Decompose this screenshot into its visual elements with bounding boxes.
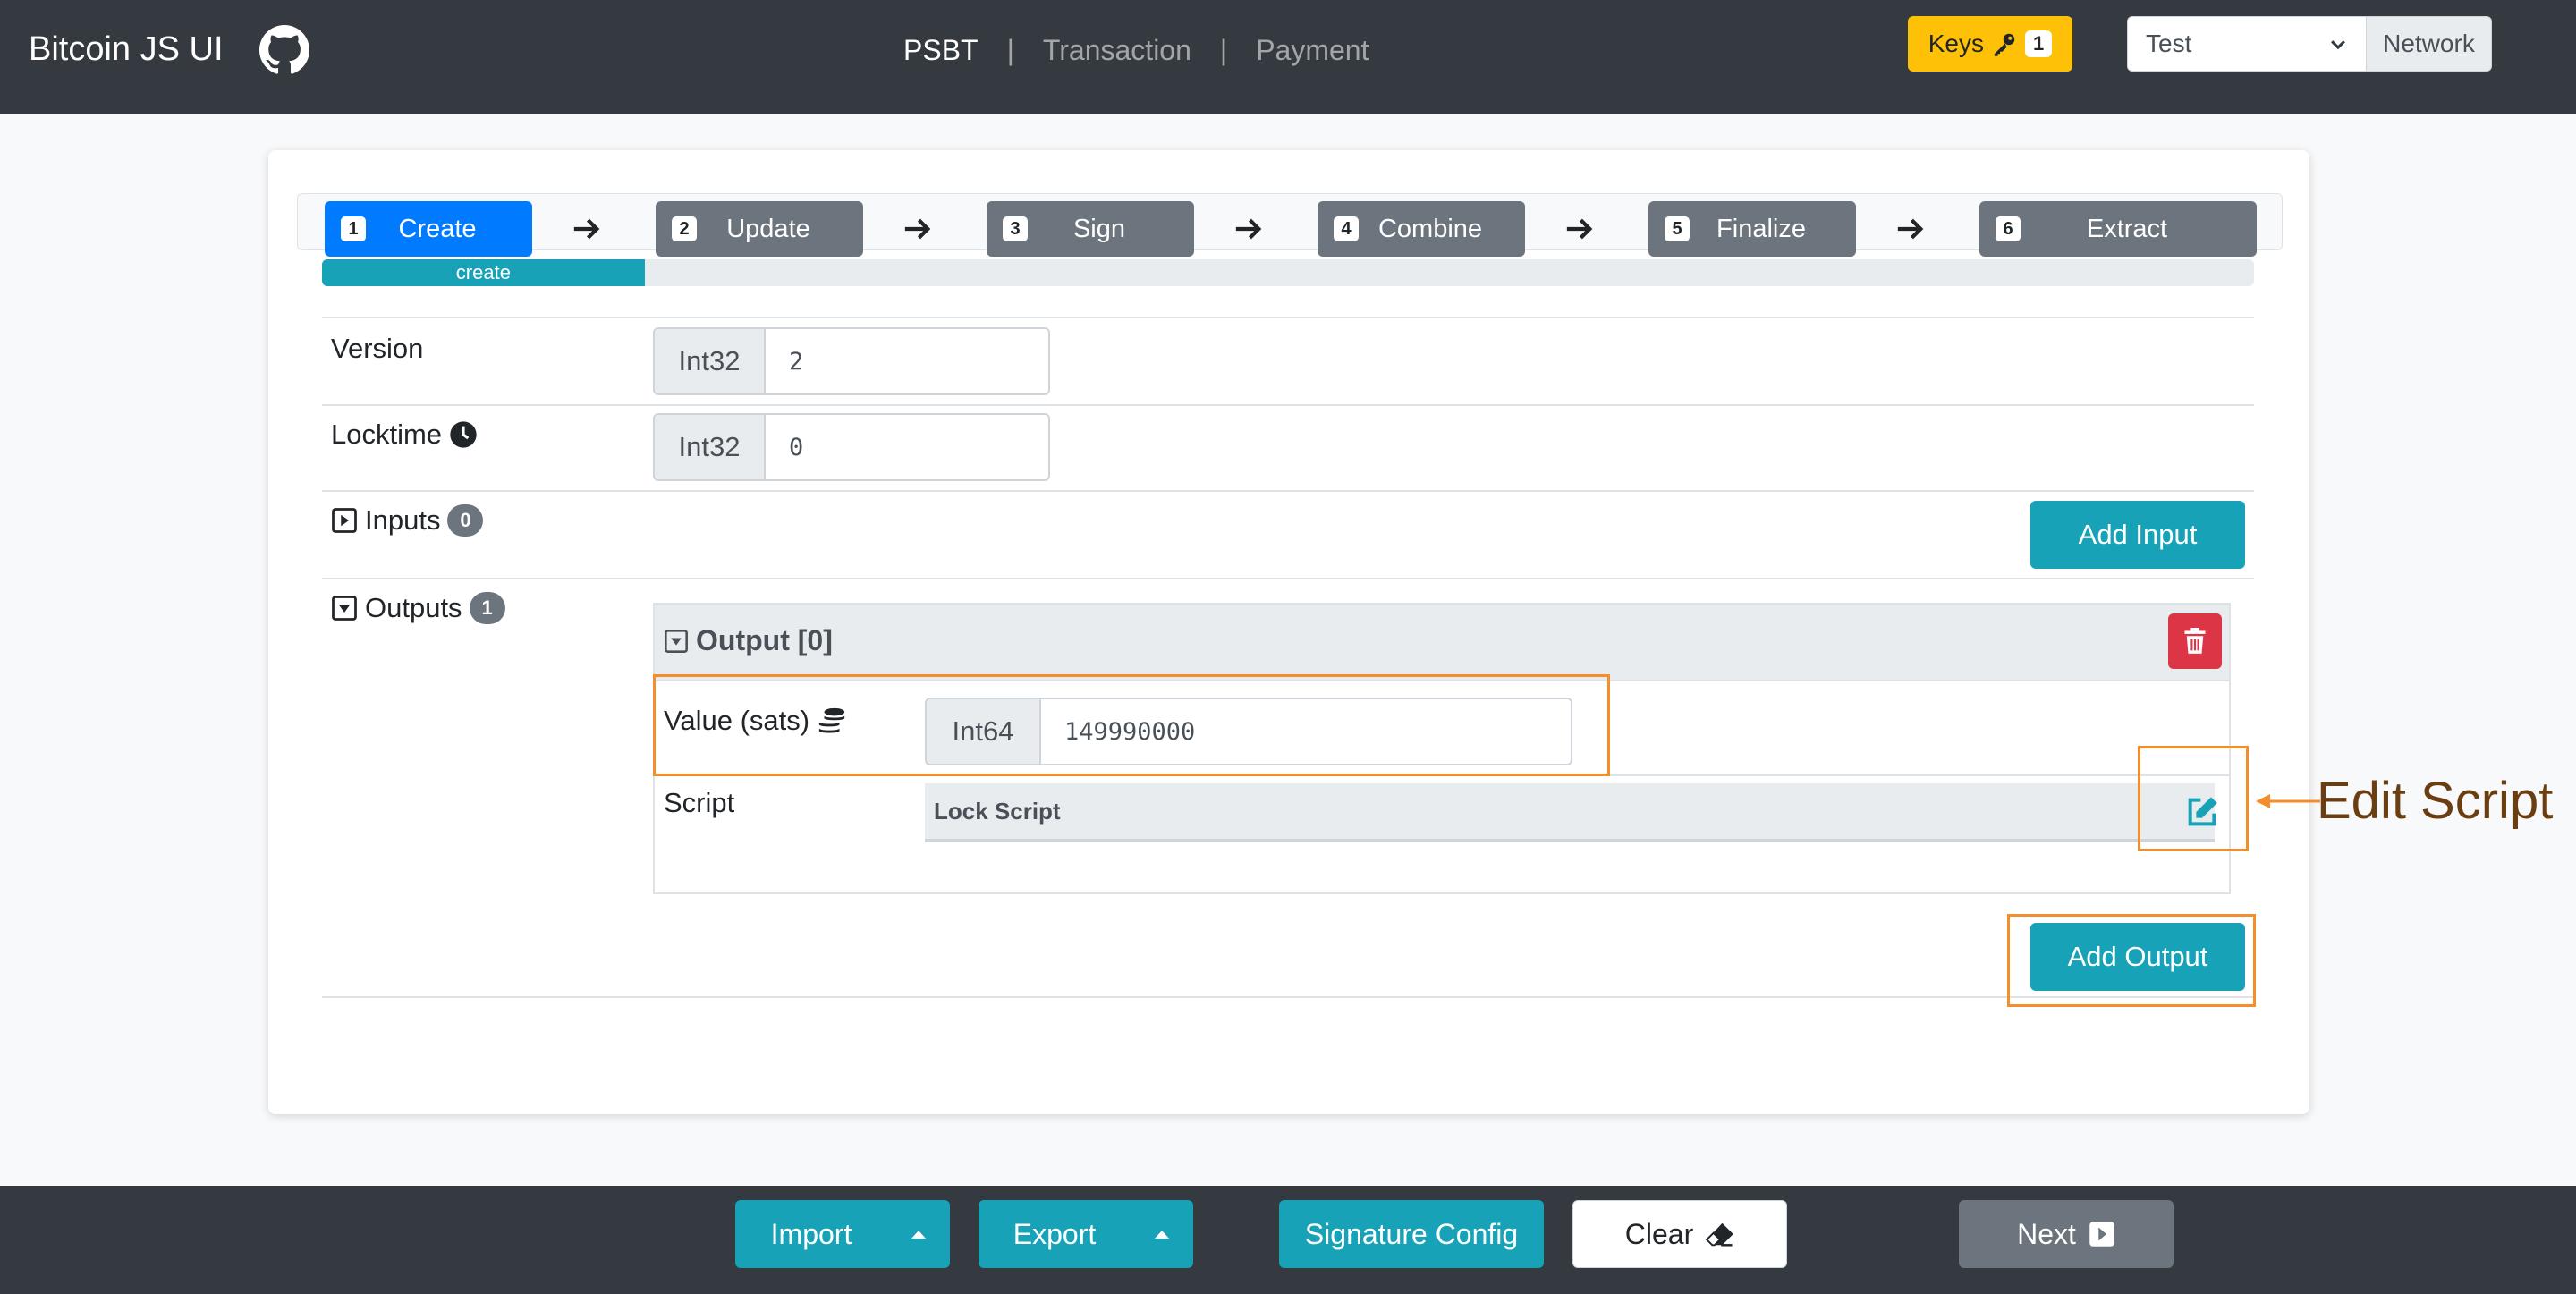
caret-up-icon[interactable] <box>1131 1200 1193 1268</box>
step-number: 5 <box>1665 216 1690 241</box>
clear-button[interactable]: Clear <box>1572 1200 1787 1268</box>
step-number: 1 <box>341 216 366 241</box>
highlight-value-row <box>653 674 1610 776</box>
step-number: 3 <box>1003 216 1028 241</box>
network-label: Network <box>2367 16 2492 72</box>
nav-psbt[interactable]: PSBT <box>903 34 979 67</box>
outputs-label: Outputs <box>365 592 462 623</box>
version-input[interactable]: 2 <box>766 327 1050 395</box>
step-bar: 1 Create 2 Update 3 Sign 4 Combine 5 Finalize… <box>297 193 2283 257</box>
bottom-toolbar: Import Export Signature Config Clear Nex… <box>0 1186 2576 1294</box>
divider <box>322 996 2254 998</box>
nav-separator: | <box>1006 34 1014 66</box>
step-number: 4 <box>1334 216 1359 241</box>
clock-icon[interactable] <box>449 420 478 449</box>
highlight-edit-script <box>2138 746 2249 851</box>
psbt-card: 1 Create 2 Update 3 Sign 4 Combine 5 Finalize… <box>268 150 2309 1114</box>
step-sign[interactable]: 3 Sign <box>987 201 1194 257</box>
progress-fill: create <box>322 259 645 286</box>
arrow-right-icon <box>1566 218 1593 240</box>
nav-payment[interactable]: Payment <box>1256 34 1368 67</box>
caret-down-square-icon <box>665 629 688 653</box>
inputs-count-badge: 0 <box>447 504 484 537</box>
lock-script-label: Lock Script <box>934 797 1061 825</box>
signature-config-button[interactable]: Signature Config <box>1279 1200 1544 1268</box>
nav-separator: | <box>1219 34 1228 66</box>
inputs-label: Inputs <box>365 504 441 536</box>
progress-bar: create <box>322 259 2254 286</box>
step-update[interactable]: 2 Update <box>656 201 863 257</box>
divider <box>322 317 2254 318</box>
divider <box>322 404 2254 406</box>
key-icon <box>1994 33 2015 56</box>
output-title-text: Output [0] <box>696 624 833 656</box>
network-selector: Test Network <box>2127 16 2492 72</box>
step-number: 2 <box>672 216 697 241</box>
next-label: Next <box>2017 1217 2076 1250</box>
inputs-toggle[interactable]: Inputs 0 <box>331 504 484 537</box>
trash-icon <box>2184 628 2206 654</box>
next-button[interactable]: Next <box>1959 1200 2174 1268</box>
caret-up-icon[interactable] <box>887 1200 950 1268</box>
script-label-text: Script <box>664 787 735 818</box>
step-finalize[interactable]: 5 Finalize <box>1648 201 1856 257</box>
locktime-input-group: Int32 0 <box>653 413 1050 481</box>
export-label: Export <box>1013 1217 1097 1250</box>
annotation-arrow-left-icon <box>2256 794 2320 808</box>
keys-label: Keys <box>1928 30 1984 57</box>
script-label: Script <box>664 787 734 819</box>
arrow-right-icon <box>1897 218 1924 240</box>
locktime-type: Int32 <box>653 413 766 481</box>
export-button[interactable]: Export <box>979 1200 1193 1268</box>
step-number: 6 <box>1996 216 2021 241</box>
nav-links: PSBT | Transaction | Payment <box>903 34 1368 67</box>
eraser-icon <box>1706 1222 1734 1247</box>
keys-count-badge: 1 <box>2025 30 2053 57</box>
import-label: Import <box>770 1217 852 1250</box>
caret-right-square-icon <box>332 508 357 533</box>
version-type: Int32 <box>653 327 766 395</box>
outputs-toggle[interactable]: Outputs 1 <box>331 592 505 624</box>
delete-output-button[interactable] <box>2168 613 2222 669</box>
locktime-label-text: Locktime <box>331 419 443 450</box>
network-value: Test <box>2146 30 2192 57</box>
divider <box>322 490 2254 492</box>
highlight-add-output <box>2007 914 2256 1007</box>
step-label: Extract <box>2086 214 2168 243</box>
outputs-count-badge: 1 <box>469 592 505 624</box>
step-combine[interactable]: 4 Combine <box>1318 201 1525 257</box>
output-title[interactable]: Output [0] <box>664 624 833 657</box>
arrow-right-icon <box>1235 218 1262 240</box>
chevron-down-icon <box>2331 40 2345 50</box>
add-input-button[interactable]: Add Input <box>2030 501 2245 569</box>
caret-down-square-icon <box>332 596 357 621</box>
brand-title[interactable]: Bitcoin JS UI <box>29 30 224 69</box>
step-create[interactable]: 1 Create <box>325 201 532 257</box>
version-label: Version <box>331 333 423 365</box>
top-navbar: Bitcoin JS UI PSBT | Transaction | Payment K… <box>0 0 2576 114</box>
github-icon[interactable] <box>259 25 309 75</box>
clear-label: Clear <box>1624 1217 1694 1250</box>
caret-right-square-icon <box>2089 1222 2114 1247</box>
version-label-text: Version <box>331 333 424 364</box>
version-input-group: Int32 2 <box>653 327 1050 395</box>
lock-script-bar: Lock Script <box>925 783 2217 842</box>
nav-transaction[interactable]: Transaction <box>1043 34 1191 67</box>
divider <box>322 578 2254 579</box>
output-header: Output [0] <box>655 605 2229 680</box>
arrow-right-icon <box>904 218 931 240</box>
step-extract[interactable]: 6 Extract <box>1979 201 2257 257</box>
locktime-input[interactable]: 0 <box>766 413 1050 481</box>
locktime-label: Locktime <box>331 419 478 451</box>
network-select[interactable]: Test <box>2127 16 2367 72</box>
arrow-right-icon <box>573 218 600 240</box>
annotation-edit-script: Edit Script <box>2317 772 2554 830</box>
import-button[interactable]: Import <box>735 1200 950 1268</box>
keys-button[interactable]: Keys 1 <box>1908 16 2072 72</box>
